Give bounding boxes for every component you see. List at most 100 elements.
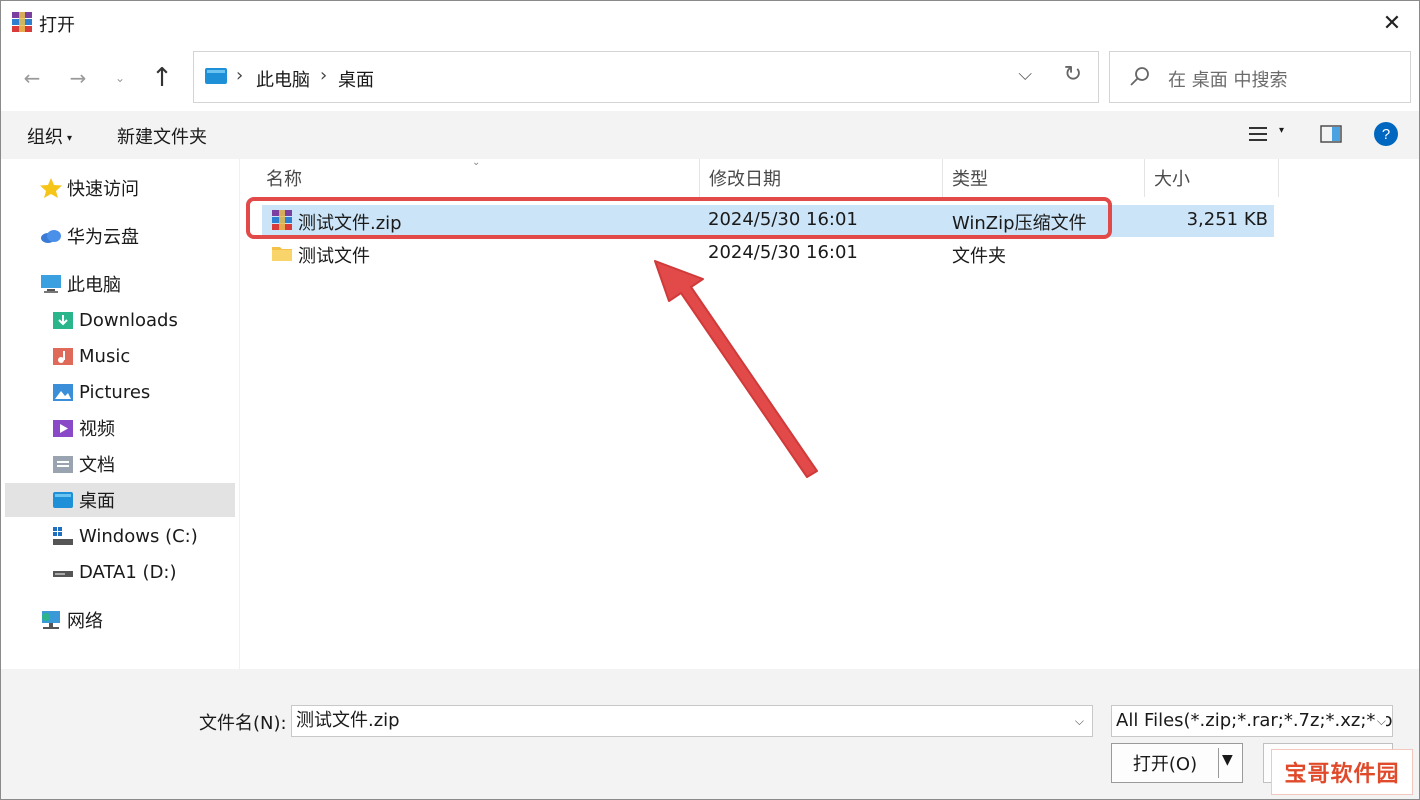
window-title: 打开 (39, 15, 75, 36)
sidebar-item-documents[interactable]: 文档 (51, 447, 115, 481)
file-modified: 2024/5/30 16:01 (708, 209, 858, 230)
column-header-modified[interactable]: 修改日期 (697, 159, 941, 197)
caret-down-icon: ▾ (67, 132, 73, 144)
open-split-button[interactable]: 打开(O) ▼ (1111, 743, 1243, 783)
breadcrumb-this-pc[interactable]: 此电脑 (256, 66, 310, 92)
sidebar-item-huawei-cloud[interactable]: 华为云盘 (39, 219, 139, 253)
caret-down-icon[interactable]: ▼ (1222, 752, 1233, 768)
breadcrumb-desktop[interactable]: 桌面 (338, 66, 374, 92)
view-dropdown-icon[interactable]: ▾ (1279, 125, 1284, 136)
winrar-app-icon (12, 12, 32, 32)
file-name: 测试文件 (298, 246, 370, 267)
sidebar-item-label: Music (79, 345, 131, 367)
file-row-folder[interactable]: 测试文件 2024/5/30 16:01 文件夹 (262, 238, 1274, 270)
pictures-icon (53, 384, 73, 401)
filename-input[interactable]: 测试文件.zip ⌵ (291, 705, 1093, 737)
video-icon (53, 420, 73, 437)
view-options-icon[interactable] (1247, 123, 1269, 145)
file-type-filter-select[interactable]: All Files(*.zip;*.rar;*.7z;*.xz;*.bz ⌵ (1111, 705, 1393, 737)
search-box[interactable]: 在 桌面 中搜索 (1109, 51, 1411, 103)
desktop-icon (53, 492, 73, 508)
new-folder-button[interactable]: 新建文件夹 (117, 123, 207, 149)
filename-label: 文件名(N): (199, 713, 287, 734)
file-type-filter-value: All Files(*.zip;*.rar;*.7z;*.xz;*.bz (1116, 710, 1393, 731)
preview-pane-icon[interactable] (1319, 123, 1343, 145)
breadcrumb-separator-icon: › (236, 65, 244, 86)
arrow-left-icon: ← (23, 66, 41, 90)
filename-value: 测试文件.zip (296, 710, 400, 731)
column-header-size[interactable]: 大小 (1142, 159, 1276, 197)
refresh-icon[interactable]: ↻ (1064, 62, 1082, 87)
file-open-dialog: 打开 ✕ ← → ⌄ ↑ › 此电脑 › 桌面 ⌵ ↻ 在 桌面 中搜索 组织 … (0, 0, 1420, 800)
address-bar[interactable]: › 此电脑 › 桌面 ⌵ ↻ (193, 51, 1099, 103)
close-button[interactable]: ✕ (1375, 7, 1409, 39)
site-watermark: 宝哥软件园 (1271, 749, 1413, 795)
sidebar-item-pictures[interactable]: Pictures (51, 375, 150, 409)
file-name: 测试文件.zip (298, 213, 402, 234)
sidebar-item-music[interactable]: Music (51, 339, 130, 373)
sidebar-item-network[interactable]: 网络 (39, 603, 103, 637)
sidebar-item-label: 网络 (67, 611, 103, 632)
sidebar-item-label: 桌面 (79, 491, 115, 512)
organize-button[interactable]: 组织 ▾ (27, 123, 72, 149)
sidebar-item-desktop[interactable]: 桌面 (5, 483, 235, 517)
column-header-name[interactable]: 名称 (254, 159, 700, 197)
arrow-right-icon: → (69, 66, 87, 90)
search-icon (1130, 67, 1149, 86)
sidebar-item-label: 华为云盘 (67, 227, 139, 248)
navigation-pane: 快速访问 华为云盘 此电脑 Downloads Music Pictures 视… (1, 159, 239, 669)
chevron-down-icon[interactable]: ⌵ (1075, 706, 1084, 736)
sidebar-item-quick-access[interactable]: 快速访问 (39, 171, 139, 205)
chevron-down-icon: ⌄ (114, 71, 126, 85)
sidebar-item-drive-d[interactable]: DATA1 (D:) (51, 555, 177, 589)
up-button[interactable]: ↑ (147, 63, 177, 93)
downloads-icon (53, 312, 73, 329)
navigation-bar: ← → ⌄ ↑ › 此电脑 › 桌面 ⌵ ↻ 在 桌面 中搜索 (1, 45, 1419, 111)
file-list-pane: ⌄ 名称 修改日期 类型 大小 测试文件.zip 2024/5/30 16:01… (239, 157, 1419, 669)
drive-icon (53, 527, 73, 545)
svg-text:?: ? (1382, 126, 1390, 143)
folder-icon (272, 247, 292, 261)
back-button[interactable]: ← (17, 63, 47, 93)
sidebar-item-label: DATA1 (D:) (79, 561, 177, 583)
drive-icon (53, 571, 73, 577)
sidebar-item-videos[interactable]: 视频 (51, 411, 115, 445)
chevron-down-icon: ⌵ (1374, 706, 1386, 736)
address-history-dropdown[interactable]: ⌵ (1018, 64, 1032, 85)
search-placeholder: 在 桌面 中搜索 (1168, 70, 1288, 91)
sidebar-item-label: Windows (C:) (79, 525, 198, 547)
sidebar-item-this-pc[interactable]: 此电脑 (39, 267, 121, 301)
sidebar-item-label: 文档 (79, 455, 115, 476)
close-icon: ✕ (1382, 10, 1402, 36)
documents-icon (53, 456, 73, 473)
computer-icon (41, 275, 61, 293)
split-divider (1218, 748, 1219, 778)
zip-archive-icon (272, 210, 292, 230)
file-row-zip[interactable]: 测试文件.zip 2024/5/30 16:01 WinZip压缩文件 3,25… (262, 205, 1274, 237)
column-divider[interactable] (1278, 159, 1279, 197)
star-icon (40, 178, 62, 198)
music-icon (53, 348, 73, 365)
sidebar-item-label: Downloads (79, 309, 178, 331)
file-type: WinZip压缩文件 (952, 213, 1087, 234)
command-toolbar: 组织 ▾ 新建文件夹 ▾ ? (1, 111, 1419, 159)
help-icon[interactable]: ? (1373, 121, 1399, 147)
file-size: 3,251 KB (1186, 209, 1268, 230)
network-icon (42, 611, 60, 629)
column-header-type[interactable]: 类型 (940, 159, 1142, 197)
recent-locations-button[interactable]: ⌄ (105, 63, 135, 93)
cloud-icon (41, 230, 61, 243)
dialog-footer: 文件名(N): 测试文件.zip ⌵ All Files(*.zip;*.rar… (1, 669, 1419, 799)
title-bar: 打开 ✕ (1, 1, 1419, 45)
sidebar-item-downloads[interactable]: Downloads (51, 303, 178, 337)
open-button-label[interactable]: 打开(O) (1112, 744, 1218, 782)
arrow-up-icon: ↑ (151, 63, 173, 93)
forward-button[interactable]: → (63, 63, 93, 93)
sidebar-item-label: Pictures (79, 381, 151, 403)
breadcrumb-separator-icon: › (320, 65, 328, 86)
sidebar-item-label: 视频 (79, 419, 115, 440)
sidebar-item-drive-c[interactable]: Windows (C:) (51, 519, 198, 553)
file-type: 文件夹 (952, 246, 1006, 267)
sidebar-item-label: 此电脑 (67, 275, 121, 296)
desktop-folder-icon (205, 68, 227, 84)
